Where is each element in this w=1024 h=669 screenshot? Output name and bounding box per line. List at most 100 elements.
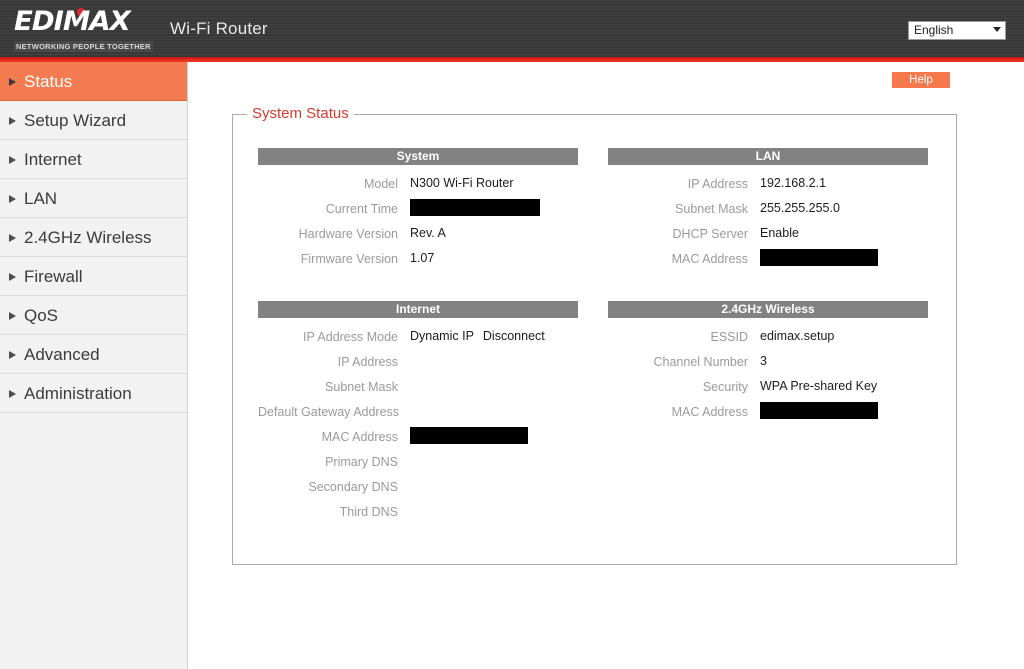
sidebar-item-label: Setup Wizard	[24, 111, 127, 130]
fieldset-legend: System Status	[247, 105, 354, 122]
edimax-logo: EDIMAX NETWORKING PEOPLE TOGETHER	[14, 8, 162, 52]
app-header: EDIMAX NETWORKING PEOPLE TOGETHER Wi-Fi …	[0, 0, 1024, 57]
row-value: edimax.setup	[760, 329, 835, 343]
sidebar-nav: Status Setup Wizard Internet LAN 2.4GHz …	[0, 62, 188, 669]
row-label: MAC Address	[671, 404, 748, 419]
sidebar-item-label: Status	[24, 72, 73, 91]
system-status-fieldset: System Status System Model N300 Wi-Fi Ro…	[232, 105, 957, 565]
row-value	[410, 499, 578, 524]
sidebar-item-label: Internet	[24, 150, 82, 169]
row-label: Channel Number	[653, 354, 749, 369]
panel-24ghz-wireless: 2.4GHz Wireless ESSID edimax.setup Chann…	[608, 301, 928, 424]
table-row: Security WPA Pre-shared Key	[608, 374, 928, 399]
table-row: Model N300 Wi-Fi Router	[258, 171, 578, 196]
redacted-value	[410, 199, 540, 217]
chevron-right-icon	[9, 312, 16, 320]
sidebar-item-advanced[interactable]: Advanced	[0, 335, 187, 374]
sidebar-item-label: LAN	[24, 189, 58, 208]
row-label: MAC Address	[671, 251, 748, 266]
chevron-right-icon	[9, 351, 16, 359]
table-row: IP Address 192.168.2.1	[608, 171, 928, 196]
redacted-value	[760, 249, 878, 267]
row-value: N300 Wi-Fi Router	[410, 176, 514, 190]
table-row: Third DNS	[258, 499, 578, 524]
row-value	[410, 374, 578, 399]
panel-internet-title: Internet	[258, 301, 578, 318]
chevron-right-icon	[9, 273, 16, 281]
panel-wireless-title: 2.4GHz Wireless	[608, 301, 928, 318]
table-row: Channel Number 3	[608, 349, 928, 374]
row-value: WPA Pre-shared Key	[760, 379, 878, 393]
row-label: Model	[363, 176, 398, 191]
table-row: Secondary DNS	[258, 474, 578, 499]
sidebar-item-status[interactable]: Status	[0, 62, 187, 101]
row-label: Default Gateway Address	[258, 404, 400, 419]
row-label: MAC Address	[321, 429, 398, 444]
table-row: Firmware Version 1.07	[258, 246, 578, 271]
panel-system-title: System	[258, 148, 578, 165]
row-label: Subnet Mask	[675, 201, 748, 216]
row-label: Primary DNS	[325, 454, 398, 469]
row-value	[760, 246, 928, 271]
row-label: ESSID	[710, 329, 748, 344]
panel-system: System Model N300 Wi-Fi Router Current T…	[258, 148, 578, 271]
table-row: Subnet Mask	[258, 374, 578, 399]
sidebar-item-label: Firewall	[24, 267, 83, 286]
row-value	[410, 449, 578, 474]
row-label: Hardware Version	[298, 226, 398, 241]
page-title: Wi-Fi Router	[170, 19, 268, 38]
row-value: Dynamic IP Disconnect	[410, 324, 578, 349]
table-row: Subnet Mask 255.255.255.0	[608, 196, 928, 221]
table-row: ESSID edimax.setup	[608, 324, 928, 349]
table-row: MAC Address	[608, 246, 928, 271]
table-row: MAC Address	[258, 424, 578, 449]
row-label: Security	[702, 379, 748, 394]
sidebar-item-internet[interactable]: Internet	[0, 140, 187, 179]
sidebar-item-firewall[interactable]: Firewall	[0, 257, 187, 296]
row-value	[410, 349, 578, 374]
row-value	[410, 399, 578, 424]
chevron-right-icon	[9, 78, 16, 86]
panel-lan-title: LAN	[608, 148, 928, 165]
sidebar-item-label: Administration	[24, 384, 132, 403]
row-value	[410, 196, 578, 221]
chevron-right-icon	[9, 195, 16, 203]
table-row: Current Time	[258, 196, 578, 221]
sidebar-item-setup-wizard[interactable]: Setup Wizard	[0, 101, 187, 140]
sidebar-item-label: Advanced	[24, 345, 100, 364]
help-button[interactable]: Help	[892, 72, 950, 88]
chevron-right-icon	[9, 390, 16, 398]
row-value: 192.168.2.1	[760, 176, 827, 190]
main-content: Help System Status System Model N300 Wi-…	[189, 62, 1024, 669]
logo-tagline: NETWORKING PEOPLE TOGETHER	[14, 41, 153, 52]
sidebar-item-administration[interactable]: Administration	[0, 374, 187, 413]
table-row: Primary DNS	[258, 449, 578, 474]
redacted-value	[410, 427, 528, 445]
table-row: IP Address	[258, 349, 578, 374]
row-value: 1.07	[410, 251, 435, 265]
sidebar-item-lan[interactable]: LAN	[0, 179, 187, 218]
sidebar-item-24ghz-wireless[interactable]: 2.4GHz Wireless	[0, 218, 187, 257]
sidebar-item-label: 2.4GHz Wireless	[24, 228, 152, 247]
row-label: Third DNS	[339, 504, 398, 519]
row-label: IP Address	[337, 354, 398, 369]
ip-address-mode-value: Dynamic IP	[410, 329, 474, 343]
panel-lan: LAN IP Address 192.168.2.1 Subnet Mask 2…	[608, 148, 928, 271]
panel-internet: Internet IP Address Mode Dynamic IP Disco…	[258, 301, 578, 524]
row-value	[410, 474, 578, 499]
sidebar-item-label: QoS	[24, 306, 59, 325]
row-label: IP Address Mode	[303, 329, 398, 344]
row-value: 255.255.255.0	[760, 201, 840, 215]
chevron-right-icon	[9, 234, 16, 242]
language-select[interactable]: English	[908, 21, 1006, 40]
table-row: DHCP Server Enable	[608, 221, 928, 246]
chevron-right-icon	[9, 117, 16, 125]
row-value: Enable	[760, 226, 799, 240]
sidebar-item-qos[interactable]: QoS	[0, 296, 187, 335]
row-value	[410, 424, 578, 449]
row-value: Rev. A	[410, 226, 446, 240]
row-label: Current Time	[325, 201, 398, 216]
row-label: DHCP Server	[672, 226, 748, 241]
table-row: Hardware Version Rev. A	[258, 221, 578, 246]
disconnect-button[interactable]: Disconnect	[483, 329, 545, 343]
